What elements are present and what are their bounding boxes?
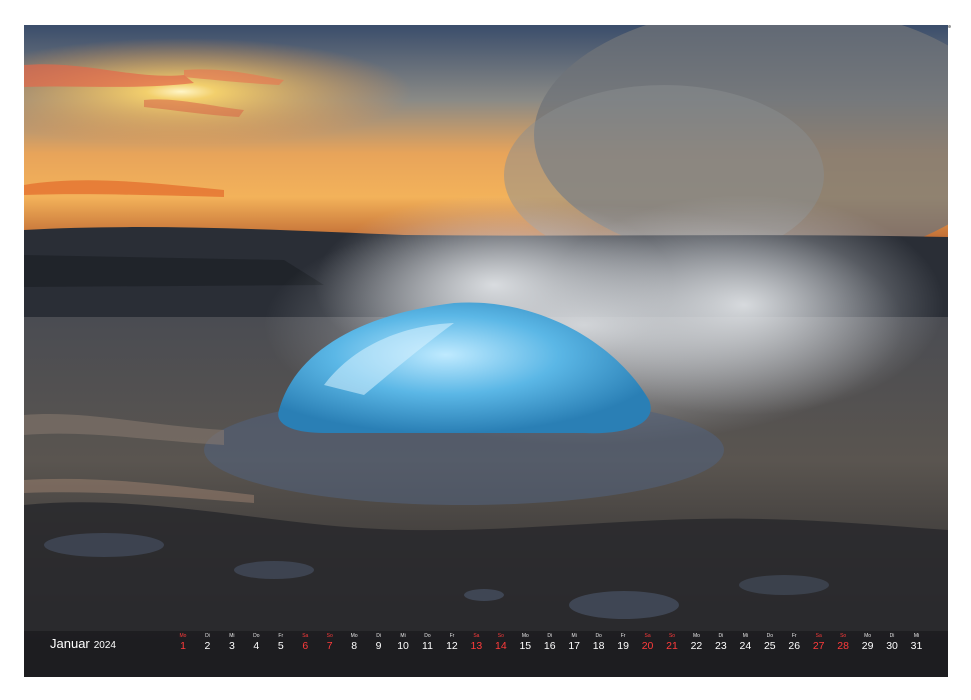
day-number: 23 <box>715 640 727 652</box>
day-number: 5 <box>277 640 284 652</box>
day-number: 21 <box>666 640 678 652</box>
binding-hole <box>947 25 951 28</box>
day-number: 19 <box>617 640 629 652</box>
day-number: 28 <box>837 640 849 652</box>
day-number: 11 <box>422 640 433 652</box>
day-number: 14 <box>495 640 507 652</box>
day-cell: Fr 5 <box>269 633 293 657</box>
day-cell: Do 25 <box>758 633 782 657</box>
day-number: 7 <box>326 640 333 652</box>
day-cell: Sa 6 <box>293 633 317 657</box>
day-number: 17 <box>568 640 581 652</box>
day-cell: Mi 10 <box>391 633 415 657</box>
day-cell: So 14 <box>489 633 513 657</box>
day-number: 6 <box>302 640 309 652</box>
day-cell: Sa 27 <box>807 633 831 657</box>
day-number: 8 <box>351 640 358 652</box>
day-cell: Di 30 <box>880 633 904 657</box>
day-number: 18 <box>592 640 605 652</box>
day-number: 3 <box>228 640 235 652</box>
month-name: Januar <box>50 636 90 651</box>
day-cell: Sa 13 <box>464 633 488 657</box>
year-label: 2024 <box>93 640 116 651</box>
day-cell: Mo 22 <box>684 633 708 657</box>
day-number: 15 <box>519 640 532 652</box>
day-cell: Mi 3 <box>220 633 244 657</box>
day-cell: Di 9 <box>367 633 391 657</box>
day-number: 13 <box>470 640 483 652</box>
day-cell: So 28 <box>831 633 855 657</box>
day-number: 26 <box>788 640 801 652</box>
day-cell: Mo 15 <box>513 633 537 657</box>
day-cell: Mi 31 <box>905 633 929 657</box>
day-number: 9 <box>375 640 382 652</box>
day-number: 22 <box>690 640 703 652</box>
day-number: 27 <box>812 640 825 652</box>
day-number: 1 <box>180 640 186 652</box>
day-number: 12 <box>446 640 458 652</box>
day-number: 10 <box>397 640 409 652</box>
day-number: 29 <box>861 640 874 652</box>
day-cell: Do 11 <box>416 633 440 657</box>
day-cell: Di 16 <box>538 633 562 657</box>
day-cell: Mi 17 <box>562 633 586 657</box>
day-number: 2 <box>204 640 211 652</box>
day-number: 30 <box>886 640 898 652</box>
day-cell: So 21 <box>660 633 684 657</box>
day-cell: Fr 19 <box>611 633 635 657</box>
day-cell: Mo 1 <box>171 633 195 657</box>
day-cell: Mo 8 <box>342 633 366 657</box>
day-number: 20 <box>641 640 654 652</box>
day-cell: Do 4 <box>244 633 268 657</box>
day-cell: Mo 29 <box>856 633 880 657</box>
day-number: 16 <box>543 640 556 652</box>
day-number: 25 <box>763 640 776 652</box>
day-cell: Sa 20 <box>636 633 660 657</box>
day-number: 31 <box>910 640 923 652</box>
day-cell: So 7 <box>318 633 342 657</box>
day-cell: Fr 26 <box>782 633 806 657</box>
day-number: 4 <box>253 640 260 652</box>
month-label: Januar 2024 <box>50 636 116 651</box>
day-cell: Mi 24 <box>733 633 757 657</box>
day-cell: Di 23 <box>709 633 733 657</box>
day-number: 24 <box>739 640 752 652</box>
day-cell: Do 18 <box>587 633 611 657</box>
geyser-photo: Januar 2024 Mo 1 Di 2 Mi 3 Do 4 Fr 5 Sa 6 So 7 Mo 8 Di 9 Mi… <box>24 25 948 677</box>
photo-illustration <box>24 25 948 677</box>
day-cell: Fr 12 <box>440 633 464 657</box>
day-cell: Di 2 <box>195 633 219 657</box>
